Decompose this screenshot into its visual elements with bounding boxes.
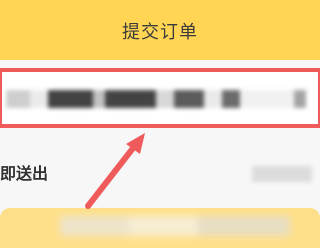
red-arrow-icon	[85, 133, 145, 209]
